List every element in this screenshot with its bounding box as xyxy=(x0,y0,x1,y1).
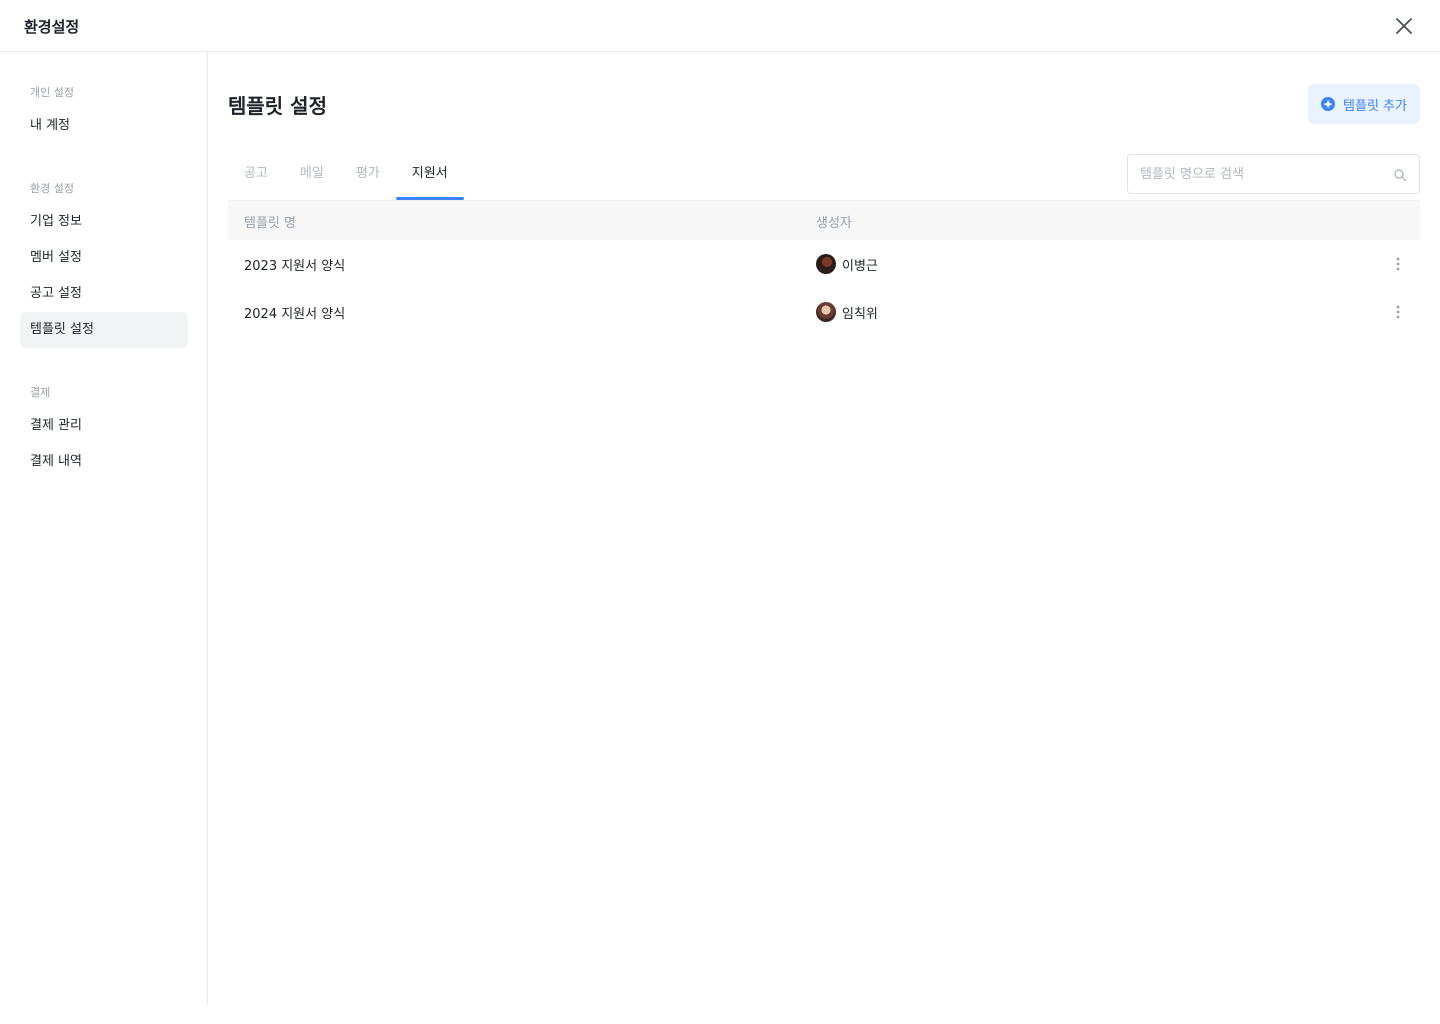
add-template-button[interactable]: 템플릿 추가 xyxy=(1308,84,1420,124)
table-row[interactable]: 2023 지원서 양식 이병근 xyxy=(228,240,1420,288)
sidebar-group-personal: 개인 설정 xyxy=(30,86,74,99)
page-title: 템플릿 설정 xyxy=(228,94,327,118)
tab-posting[interactable]: 공고 xyxy=(228,154,284,200)
plus-circle-icon xyxy=(1321,97,1336,111)
template-table: 템플릿 명 생성자 2023 지원서 양식 이병근 2024 지원서 양식 임칙… xyxy=(228,200,1420,336)
modal-title: 환경설정 xyxy=(24,18,80,36)
creator-name: 임칙위 xyxy=(842,306,878,322)
add-template-label: 템플릿 추가 xyxy=(1343,98,1407,114)
more-vertical-icon[interactable] xyxy=(1388,254,1408,274)
sidebar-item-payment-management[interactable]: 결제 관리 xyxy=(20,408,188,444)
tab-mail[interactable]: 메일 xyxy=(284,154,340,200)
search-icon[interactable] xyxy=(1393,168,1407,182)
sidebar-item-my-account[interactable]: 내 계정 xyxy=(20,108,188,144)
modal-header: 환경설정 xyxy=(0,0,1440,52)
template-name: 2024 지원서 양식 xyxy=(244,307,346,322)
more-vertical-icon[interactable] xyxy=(1388,302,1408,322)
sidebar-item-payment-history[interactable]: 결제 내역 xyxy=(20,444,188,480)
sidebar-group-payment: 결제 xyxy=(30,386,51,399)
creator-name: 이병근 xyxy=(842,258,878,274)
close-icon[interactable] xyxy=(1390,12,1418,40)
sidebar-item-template-settings[interactable]: 템플릿 설정 xyxy=(20,312,188,348)
sidebar-item-member-settings[interactable]: 멤버 설정 xyxy=(20,240,188,276)
main-content: 템플릿 설정 템플릿 추가 공고 메일 평가 지원서 템플릿 명 생성자 202… xyxy=(208,52,1440,1024)
sidebar-group-settings: 환경 설정 xyxy=(30,182,74,195)
creator-cell: 이병근 xyxy=(816,254,878,274)
search-box xyxy=(1127,154,1420,194)
template-name: 2023 지원서 양식 xyxy=(244,259,346,274)
table-row[interactable]: 2024 지원서 양식 임칙위 xyxy=(228,288,1420,336)
sidebar: 개인 설정 내 계정 환경 설정 기업 정보 멤버 설정 공고 설정 템플릿 설… xyxy=(0,52,208,1004)
column-header-creator: 생성자 xyxy=(816,216,852,231)
creator-cell: 임칙위 xyxy=(816,302,878,322)
tab-application[interactable]: 지원서 xyxy=(395,154,464,200)
column-header-template-name: 템플릿 명 xyxy=(244,216,296,231)
avatar-icon xyxy=(816,254,836,274)
sidebar-item-posting-settings[interactable]: 공고 설정 xyxy=(20,276,188,312)
table-header: 템플릿 명 생성자 xyxy=(228,200,1420,240)
search-input[interactable] xyxy=(1128,155,1378,193)
sidebar-item-company-info[interactable]: 기업 정보 xyxy=(20,204,188,240)
template-tabs: 공고 메일 평가 지원서 xyxy=(228,154,464,200)
avatar-icon xyxy=(816,302,836,322)
tab-evaluation[interactable]: 평가 xyxy=(340,154,396,200)
